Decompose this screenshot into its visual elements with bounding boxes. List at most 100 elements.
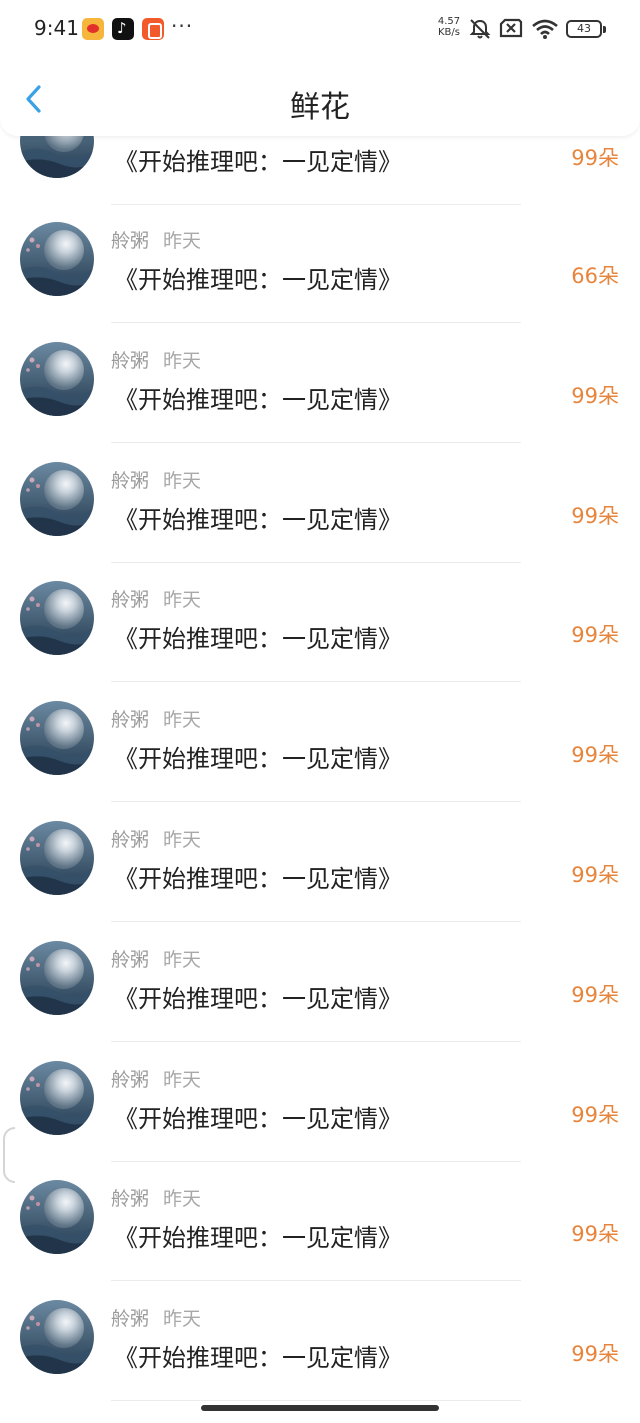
timestamp: 昨天 xyxy=(163,469,202,492)
moon-avatar-image xyxy=(20,1060,94,1135)
status-time: 9:41 xyxy=(34,16,79,40)
timestamp: 昨天 xyxy=(163,709,202,732)
list-item[interactable]: 舲粥 昨天《开始推理吧：一见定情》 99朵 xyxy=(0,458,640,578)
item-meta: 舲粥 昨天 xyxy=(111,705,201,732)
book-title[interactable]: 《开始推理吧：一见定情》 xyxy=(114,1338,402,1373)
book-title[interactable]: 《开始推理吧：一见定情》 xyxy=(114,500,402,535)
list-item[interactable]: 舲粥 昨天《开始推理吧：一见定情》 99朵 xyxy=(0,338,640,458)
timestamp: 昨天 xyxy=(163,230,202,252)
avatar[interactable] xyxy=(20,1060,94,1135)
moon-avatar-image xyxy=(20,940,94,1015)
list-item[interactable]: 舲粥 昨天《开始推理吧：一见定情》 99朵 xyxy=(0,1057,640,1177)
flower-amount: 99朵 xyxy=(571,863,619,887)
list-item[interactable]: 舲粥 昨天《开始推理吧：一见定情》 99朵 xyxy=(0,817,640,937)
timestamp: 昨天 xyxy=(163,829,202,851)
mute-icon xyxy=(469,19,491,39)
timestamp: 昨天 xyxy=(163,948,202,971)
item-meta: 舲粥 昨天 xyxy=(111,226,201,253)
sender-name[interactable]: 舲粥 xyxy=(111,230,149,252)
avatar[interactable] xyxy=(20,821,94,895)
status-bar: 9:41 ··· 4.57 KB/s 43 xyxy=(0,0,640,60)
side-drawer-handle[interactable] xyxy=(3,1127,15,1183)
item-meta: 舲粥 昨天 xyxy=(111,466,201,493)
sender-name[interactable]: 舲粥 xyxy=(111,1069,149,1091)
divider xyxy=(111,1040,521,1042)
book-title[interactable]: 《开始推理吧：一见定情》 xyxy=(114,260,402,295)
home-indicator[interactable] xyxy=(201,1405,439,1411)
book-title[interactable]: 《开始推理吧：一见定情》 xyxy=(114,1218,402,1253)
flower-amount: 99朵 xyxy=(571,982,619,1007)
flower-amount: 99朵 xyxy=(571,1222,619,1247)
sender-name[interactable]: 舲粥 xyxy=(111,1308,149,1330)
divider xyxy=(111,322,521,323)
avatar[interactable] xyxy=(20,701,94,776)
timestamp: 昨天 xyxy=(163,349,202,372)
flower-amount: 99朵 xyxy=(571,503,619,528)
item-meta: 舲粥 昨天 xyxy=(111,825,201,852)
item-meta: 舲粥 昨天 xyxy=(111,1304,201,1331)
avatar[interactable] xyxy=(20,1180,94,1255)
flower-amount: 99朵 xyxy=(571,1102,619,1127)
tiktok-icon xyxy=(112,18,134,40)
list-item[interactable]: 舲粥 昨天 《开始推理吧：一见定情》 99朵 xyxy=(0,1296,640,1416)
item-meta: 舲粥 昨天 xyxy=(111,1065,201,1092)
book-title[interactable]: 《开始推理吧：一见定情》 xyxy=(114,142,402,177)
divider xyxy=(111,1160,521,1162)
book-title[interactable]: 《开始推理吧：一见定情》 xyxy=(114,859,402,894)
moon-avatar-image xyxy=(20,222,94,296)
timestamp: 昨天 xyxy=(163,1308,202,1331)
divider xyxy=(111,1280,521,1282)
book-title[interactable]: 《开始推理吧：一见定情》 xyxy=(114,619,402,654)
list-item[interactable]: 舲粥 昨天《开始推理吧：一见定情》 99朵 xyxy=(0,577,640,697)
divider xyxy=(111,1400,521,1402)
no-sim-icon xyxy=(499,18,523,38)
item-meta: 舲粥 昨天 xyxy=(111,945,201,972)
moon-avatar-image xyxy=(20,701,94,776)
sender-name[interactable]: 舲粥 xyxy=(111,470,149,492)
sender-name[interactable]: 舲粥 xyxy=(111,709,149,731)
moon-avatar-image xyxy=(20,821,94,895)
avatar[interactable] xyxy=(20,341,94,416)
divider xyxy=(111,204,521,205)
flower-gift-list: 《开始推理吧：一见定情》 99朵 舲粥 昨天 《开始推理吧：一见定情》 66朵 舲粥 昨天 《开… xyxy=(0,0,640,1423)
flower-amount: 99朵 xyxy=(571,146,619,170)
shop-icon xyxy=(142,18,164,40)
header: 鲜花 xyxy=(0,60,640,136)
sender-name[interactable]: 舲粥 xyxy=(111,829,149,851)
avatar[interactable] xyxy=(20,461,94,536)
more-notifications-icon: ··· xyxy=(171,14,194,38)
item-meta: 舲粥 昨天 xyxy=(111,1184,201,1211)
divider xyxy=(111,561,521,563)
list-item[interactable]: 舲粥 昨天《开始推理吧：一见定情》 99朵 xyxy=(0,1176,640,1296)
sender-name[interactable]: 舲粥 xyxy=(111,589,149,611)
flower-amount: 99朵 xyxy=(571,383,619,408)
moon-avatar-image xyxy=(20,1180,94,1255)
timestamp: 昨天 xyxy=(163,589,202,612)
sender-name[interactable]: 舲粥 xyxy=(111,350,149,372)
book-title[interactable]: 《开始推理吧：一见定情》 xyxy=(114,739,402,774)
book-title[interactable]: 《开始推理吧：一见定情》 xyxy=(114,979,402,1014)
battery-icon: 43 xyxy=(566,20,606,38)
item-meta: 舲粥 昨天 xyxy=(111,346,201,373)
flower-amount: 99朵 xyxy=(571,623,619,648)
wifi-icon xyxy=(532,19,558,39)
moon-avatar-image xyxy=(20,341,94,416)
network-speed-unit: KB/s xyxy=(438,27,460,38)
book-title[interactable]: 《开始推理吧：一见定情》 xyxy=(114,1099,402,1134)
sender-name[interactable]: 舲粥 xyxy=(111,949,149,971)
avatar[interactable] xyxy=(20,222,94,296)
avatar[interactable] xyxy=(20,1300,94,1375)
avatar[interactable] xyxy=(20,581,94,656)
avatar[interactable] xyxy=(20,940,94,1015)
weibo-icon xyxy=(82,18,104,40)
list-item[interactable]: 舲粥 昨天 《开始推理吧：一见定情》 66朵 xyxy=(0,218,640,338)
list-item[interactable]: 舲粥 昨天 《开始推理吧：一见定情》 99朵 xyxy=(0,697,640,817)
sender-name[interactable]: 舲粥 xyxy=(111,1188,149,1210)
divider xyxy=(111,801,521,803)
list-item[interactable]: 舲粥 昨天《开始推理吧：一见定情》 99朵 xyxy=(0,937,640,1057)
network-speed-value: 4.57 xyxy=(437,16,461,27)
item-meta: 舲粥 昨天 xyxy=(111,585,201,612)
divider xyxy=(111,441,521,443)
moon-avatar-image xyxy=(20,461,94,536)
book-title[interactable]: 《开始推理吧：一见定情》 xyxy=(114,380,402,415)
